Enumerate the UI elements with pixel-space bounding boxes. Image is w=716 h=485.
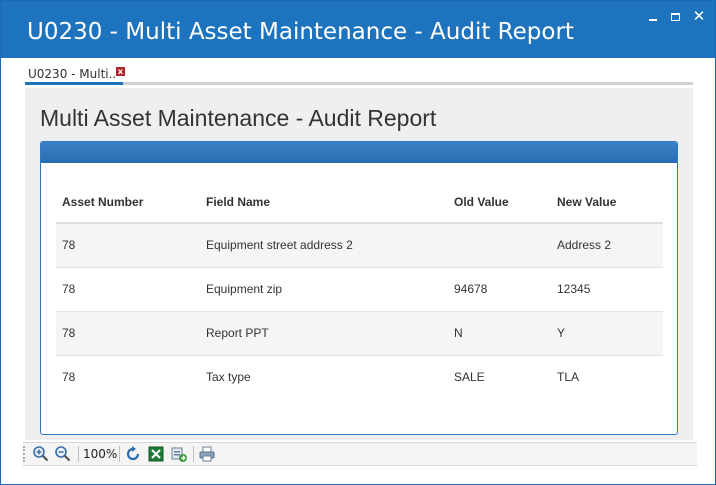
excel-export-icon [148, 446, 164, 462]
report-window: U0230 - Multi Asset Maintenance - Audit … [0, 0, 716, 485]
column-header-old-value[interactable]: Old Value [448, 182, 551, 224]
maximize-button[interactable] [665, 9, 685, 25]
cell-old-value: N [448, 311, 551, 356]
toolbar-grip[interactable] [23, 446, 26, 462]
cell-asset-number: 78 [62, 370, 76, 385]
cell-new-value: 12345 [551, 267, 663, 312]
report-card: Asset Number Field Name Old Value New Va… [40, 141, 678, 435]
tab-strip: U0230 - Multi.. x [25, 65, 693, 85]
table-row[interactable]: 78 Equipment street address 2 Address 2 [56, 223, 663, 268]
tab-report[interactable]: U0230 - Multi.. x [25, 65, 125, 85]
page-title: Multi Asset Maintenance - Audit Report [40, 105, 437, 131]
maximize-icon [670, 13, 680, 21]
cell-old-value: 94678 [448, 267, 551, 312]
export-button[interactable] [170, 445, 188, 463]
table-row[interactable]: 78 Report PPT N Y [56, 311, 663, 356]
toolbar-separator [119, 446, 120, 462]
column-header-field-name[interactable]: Field Name [200, 182, 448, 224]
tab-close-icon[interactable]: x [116, 67, 125, 76]
table-header-row: Asset Number Field Name Old Value New Va… [56, 182, 663, 224]
cell-asset-number: 78 [56, 267, 200, 312]
table-row[interactable]: 78 Tax type SALE TLA [56, 355, 663, 399]
report-panel: Multi Asset Maintenance - Audit Report A… [25, 88, 693, 440]
toolbar-separator [193, 446, 194, 462]
cell-field-name: Tax type [206, 370, 251, 385]
report-toolbar: 100% [23, 442, 697, 466]
cell-asset-number: 78 [56, 311, 200, 356]
zoom-out-button[interactable] [54, 445, 72, 463]
minimize-button[interactable] [643, 9, 663, 25]
cell-field-name: Equipment zip [200, 267, 448, 312]
cell-new-value: Address 2 [551, 223, 663, 268]
cell-asset-number: 78 [56, 223, 200, 268]
cell-new-value: Y [551, 311, 663, 356]
toolbar-separator [78, 446, 79, 462]
card-header [41, 142, 677, 163]
window-title: U0230 - Multi Asset Maintenance - Audit … [27, 19, 574, 45]
title-bar: U0230 - Multi Asset Maintenance - Audit … [1, 1, 715, 58]
zoom-in-icon [33, 446, 49, 462]
column-header-new-value[interactable]: New Value [551, 182, 663, 224]
cell-old-value [448, 223, 551, 268]
print-icon [199, 446, 215, 462]
table-row[interactable]: 78 Equipment zip 94678 12345 [56, 267, 663, 312]
close-icon: ✕ [692, 8, 706, 25]
zoom-in-button[interactable] [32, 445, 50, 463]
refresh-button[interactable] [124, 445, 142, 463]
excel-export-button[interactable] [147, 445, 165, 463]
minimize-icon [649, 19, 657, 21]
audit-table: Asset Number Field Name Old Value New Va… [56, 182, 663, 399]
zoom-out-icon [55, 446, 71, 462]
export-icon [171, 447, 187, 462]
cell-old-value: SALE [454, 370, 485, 385]
cell-new-value: TLA [557, 370, 580, 385]
tab-label: U0230 - Multi.. [28, 67, 117, 81]
close-button[interactable]: ✕ [689, 9, 709, 25]
refresh-icon [126, 446, 140, 461]
cell-field-name: Report PPT [200, 311, 448, 356]
zoom-level[interactable]: 100% [83, 447, 117, 461]
cell-field-name: Equipment street address 2 [200, 223, 448, 268]
print-button[interactable] [198, 445, 216, 463]
column-header-asset-number[interactable]: Asset Number [56, 182, 200, 224]
